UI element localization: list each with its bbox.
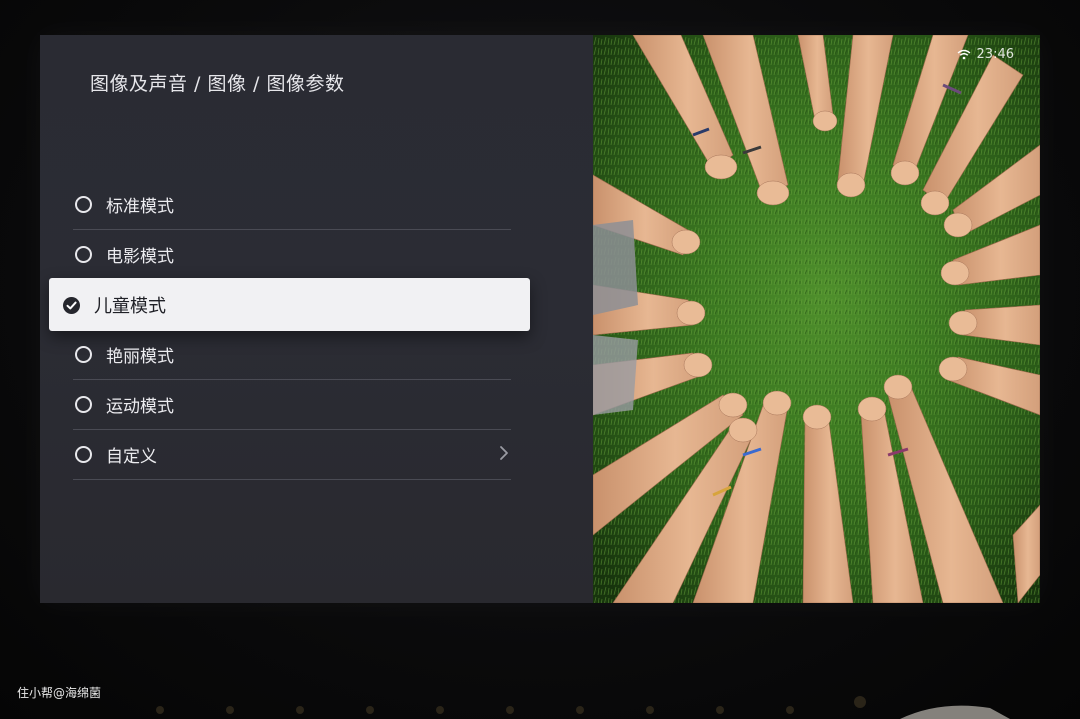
grass-hands-photo — [593, 35, 1040, 603]
picture-mode-custom[interactable]: 自定义 — [73, 430, 511, 480]
radio-unchecked-icon — [75, 346, 92, 363]
radio-unchecked-icon — [75, 446, 92, 463]
picture-mode-movie[interactable]: 电影模式 — [73, 230, 511, 280]
breadcrumb: 图像及声音 / 图像 / 图像参数 — [90, 73, 345, 95]
status-bar: 23:46 — [957, 47, 1014, 62]
picture-settings-panel: 图像及声音 / 图像 / 图像参数 标准模式 电影模式 儿童模式 艳丽模式 运动… — [40, 35, 593, 603]
radio-checked-icon — [63, 296, 80, 314]
picture-mode-kids[interactable]: 儿童模式 — [49, 278, 530, 331]
picture-mode-label: 自定义 — [106, 447, 157, 467]
picture-mode-list: 标准模式 电影模式 儿童模式 艳丽模式 运动模式 自定义 — [49, 180, 530, 480]
chevron-right-icon — [499, 445, 509, 466]
watermark: 住小帮@海绵菌 — [17, 686, 102, 700]
tv-screen: 图像及声音 / 图像 / 图像参数 标准模式 电影模式 儿童模式 艳丽模式 运动… — [40, 35, 1040, 603]
radio-unchecked-icon — [75, 196, 92, 213]
tv-photo-frame: 图像及声音 / 图像 / 图像参数 标准模式 电影模式 儿童模式 艳丽模式 运动… — [0, 0, 1080, 719]
picture-mode-label: 标准模式 — [106, 197, 174, 217]
picture-mode-label: 运动模式 — [106, 397, 174, 417]
clock-time: 23:46 — [976, 47, 1014, 62]
preview-photo: 23:46 — [593, 35, 1040, 603]
picture-mode-vivid[interactable]: 艳丽模式 — [73, 330, 511, 380]
radio-unchecked-icon — [75, 396, 92, 413]
picture-mode-sports[interactable]: 运动模式 — [73, 380, 511, 430]
picture-mode-label: 儿童模式 — [94, 296, 166, 317]
wifi-icon — [957, 49, 970, 60]
picture-mode-standard[interactable]: 标准模式 — [73, 180, 511, 230]
tv-stand-edge — [0, 690, 1080, 719]
picture-mode-label: 艳丽模式 — [106, 347, 174, 367]
radio-unchecked-icon — [75, 246, 92, 263]
picture-mode-label: 电影模式 — [106, 247, 174, 267]
